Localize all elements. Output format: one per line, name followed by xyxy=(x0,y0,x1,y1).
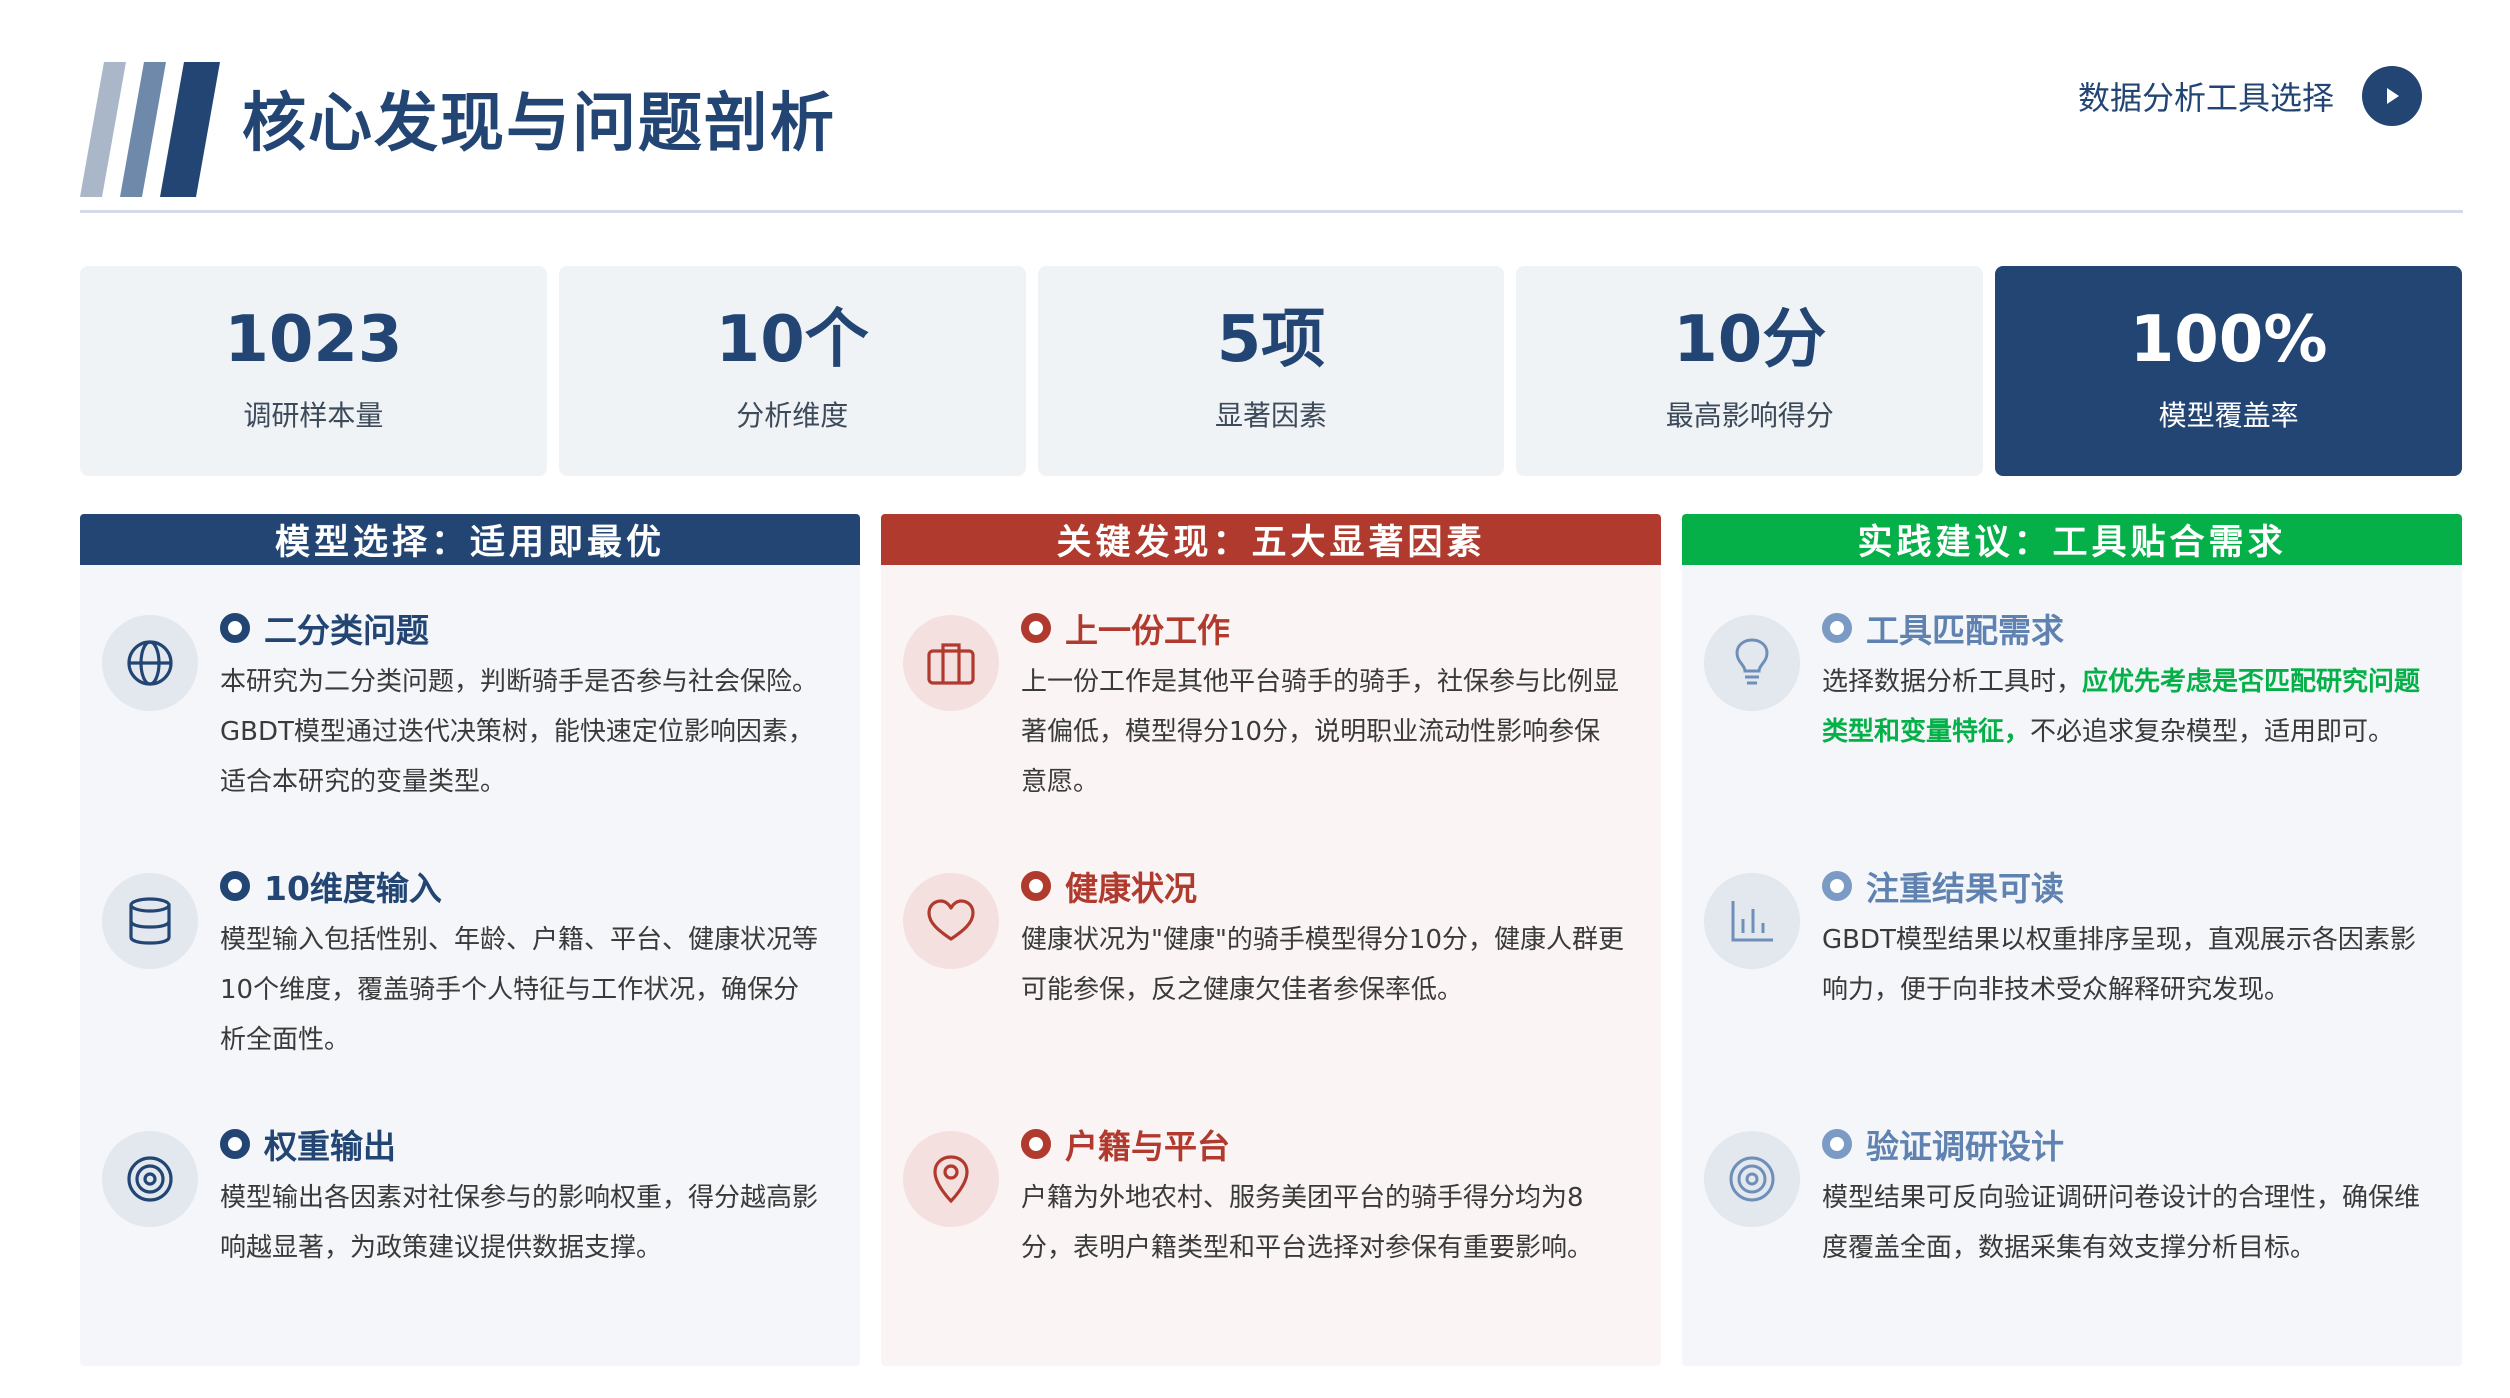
stat-label: 分析维度 xyxy=(736,399,849,432)
item-text: 模型输出各因素对社保参与的影响权重，得分越高影响越显著，为政策建议提供数据支撑。 xyxy=(220,1183,819,1263)
item-text: 选择数据分析工具时，应优先考虑是否匹配研究问题类型和变量特征，不必追求复杂模型，… xyxy=(1822,657,2426,757)
list-item: 健康状况 健康状况为"健康"的骑手模型得分10分，健康人群更可能参保，反之健康欠… xyxy=(903,861,1625,1111)
target-icon xyxy=(102,1131,198,1227)
item-title-text: 上一份工作 xyxy=(1065,611,1230,650)
item-title-text: 注重结果可读 xyxy=(1866,869,2064,908)
bullet-dot-icon xyxy=(1021,1129,1051,1159)
item-text-part: 不必追求复杂模型，适用即可。 xyxy=(2030,717,2395,747)
heart-icon xyxy=(903,873,999,969)
list-item: 10维度输入 模型输入包括性别、年龄、户籍、平台、健康状况等10个维度，覆盖骑手… xyxy=(102,861,824,1111)
list-item: 权重输出 模型输出各因素对社保参与的影响权重，得分越高影响越显著，为政策建议提供… xyxy=(102,1119,824,1366)
stat-label: 模型覆盖率 xyxy=(2158,399,2299,432)
column-heading: 模型选择：适用即最优 xyxy=(80,514,860,565)
stat-value: 100% xyxy=(2129,303,2328,377)
item-title: 健康状况 xyxy=(1021,861,1625,911)
map-pin-icon xyxy=(903,1131,999,1227)
list-item: 上一份工作 上一份工作是其他平台骑手的骑手，社保参与比例显著偏低，模型得分10分… xyxy=(903,603,1625,853)
item-title-text: 10维度输入 xyxy=(264,869,442,908)
item-title-text: 权重输出 xyxy=(264,1127,396,1166)
briefcase-icon xyxy=(903,615,999,711)
item-text: 本研究为二分类问题，判断骑手是否参与社会保险。GBDT模型通过迭代决策树，能快速… xyxy=(220,667,819,797)
item-text: 健康状况为"健康"的骑手模型得分10分，健康人群更可能参保，反之健康欠佳者参保率… xyxy=(1021,925,1625,1005)
play-icon xyxy=(2387,88,2399,104)
bullet-dot-icon xyxy=(220,613,250,643)
stat-label: 调研样本量 xyxy=(243,399,384,432)
stat-value: 5项 xyxy=(1216,303,1326,377)
database-icon xyxy=(102,873,198,969)
list-item: 户籍与平台 户籍为外地农村、服务美团平台的骑手得分均为8分，表明户籍类型和平台选… xyxy=(903,1119,1625,1366)
item-title: 权重输出 xyxy=(220,1119,824,1169)
nav-label: 数据分析工具选择 xyxy=(2077,79,2334,117)
bullet-dot-icon xyxy=(220,871,250,901)
stat-value: 10个 xyxy=(715,303,869,377)
column-heading: 关键发现：五大显著因素 xyxy=(881,514,1661,565)
list-item: 二分类问题 本研究为二分类问题，判断骑手是否参与社会保险。GBDT模型通过迭代决… xyxy=(102,603,824,853)
bullet-dot-icon xyxy=(1822,613,1852,643)
item-text-part: 选择数据分析工具时， xyxy=(1822,667,2083,697)
column-key-findings: 关键发现：五大显著因素 上一份工作 上一份工作是其他平台骑手的骑手，社保参与比例… xyxy=(881,514,1661,1366)
bullet-dot-icon xyxy=(1822,1129,1852,1159)
item-title: 工具匹配需求 xyxy=(1822,603,2426,653)
stat-card-sample-size: 1023 调研样本量 xyxy=(80,266,547,476)
stat-card-significant-factors: 5项 显著因素 xyxy=(1037,266,1505,476)
column-practice-advice: 实践建议：工具贴合需求 工具匹配需求 选择数据分析工具时，应优先考虑是否匹配研究… xyxy=(1682,514,2462,1366)
bullet-dot-icon xyxy=(1021,613,1051,643)
item-text: GBDT模型结果以权重排序呈现，直观展示各因素影响力，便于向非技术受众解释研究发… xyxy=(1822,925,2416,1005)
lightbulb-icon xyxy=(1704,615,1800,711)
item-title: 户籍与平台 xyxy=(1021,1119,1625,1169)
item-title: 10维度输入 xyxy=(220,861,824,911)
column-body: 工具匹配需求 选择数据分析工具时，应优先考虑是否匹配研究问题类型和变量特征，不必… xyxy=(1682,565,2462,1366)
stats-row: 1023 调研样本量 10个 分析维度 5项 显著因素 10分 最高影响得分 1… xyxy=(80,266,2462,476)
item-title: 注重结果可读 xyxy=(1822,861,2426,911)
stat-card-dimensions: 10个 分析维度 xyxy=(558,266,1026,476)
item-text: 户籍为外地农村、服务美团平台的骑手得分均为8分，表明户籍类型和平台选择对参保有重… xyxy=(1021,1183,1594,1263)
stat-label: 显著因素 xyxy=(1214,399,1327,432)
target-icon xyxy=(1704,1131,1800,1227)
list-item: 工具匹配需求 选择数据分析工具时，应优先考虑是否匹配研究问题类型和变量特征，不必… xyxy=(1704,603,2426,853)
stat-label: 最高影响得分 xyxy=(1665,399,1834,432)
play-next-button[interactable] xyxy=(2362,66,2422,126)
item-title: 上一份工作 xyxy=(1021,603,1625,653)
item-title: 验证调研设计 xyxy=(1822,1119,2426,1169)
header-divider xyxy=(80,210,2463,213)
nav-data-tool-selection[interactable]: 数据分析工具选择 xyxy=(2078,66,2422,126)
item-text: 上一份工作是其他平台骑手的骑手，社保参与比例显著偏低，模型得分10分，说明职业流… xyxy=(1021,667,1620,797)
stat-card-max-score: 10分 最高影响得分 xyxy=(1516,266,1984,476)
bullet-dot-icon xyxy=(1822,871,1852,901)
column-body: 上一份工作 上一份工作是其他平台骑手的骑手，社保参与比例显著偏低，模型得分10分… xyxy=(881,565,1661,1366)
stat-card-coverage: 100% 模型覆盖率 xyxy=(1995,266,2462,476)
list-item: 注重结果可读 GBDT模型结果以权重排序呈现，直观展示各因素影响力，便于向非技术… xyxy=(1704,861,2426,1111)
bar-chart-icon xyxy=(1704,873,1800,969)
item-text: 模型输入包括性别、年龄、户籍、平台、健康状况等10个维度，覆盖骑手个人特征与工作… xyxy=(220,925,819,1055)
logo-stripes xyxy=(80,62,225,197)
column-model-selection: 模型选择：适用即最优 二分类问题 本研究为二分类问题，判断骑手是否参与社会保险。… xyxy=(80,514,860,1366)
bullet-dot-icon xyxy=(1021,871,1051,901)
item-title-text: 健康状况 xyxy=(1065,869,1197,908)
stat-value: 1023 xyxy=(224,303,403,377)
column-body: 二分类问题 本研究为二分类问题，判断骑手是否参与社会保险。GBDT模型通过迭代决… xyxy=(80,565,860,1366)
item-title-text: 二分类问题 xyxy=(264,611,429,650)
list-item: 验证调研设计 模型结果可反向验证调研问卷设计的合理性，确保维度覆盖全面，数据采集… xyxy=(1704,1119,2426,1366)
item-title-text: 户籍与平台 xyxy=(1065,1127,1230,1166)
item-title-text: 工具匹配需求 xyxy=(1866,611,2064,650)
stat-value: 10分 xyxy=(1673,303,1827,377)
item-title-text: 验证调研设计 xyxy=(1866,1127,2064,1166)
item-text: 模型结果可反向验证调研问卷设计的合理性，确保维度覆盖全面，数据采集有效支撑分析目… xyxy=(1822,1183,2421,1263)
globe-icon xyxy=(102,615,198,711)
bullet-dot-icon xyxy=(220,1129,250,1159)
item-title: 二分类问题 xyxy=(220,603,824,653)
column-heading: 实践建议：工具贴合需求 xyxy=(1682,514,2462,565)
page-title: 核心发现与问题剖析 xyxy=(242,87,836,161)
findings-columns: 模型选择：适用即最优 二分类问题 本研究为二分类问题，判断骑手是否参与社会保险。… xyxy=(80,514,2462,1366)
